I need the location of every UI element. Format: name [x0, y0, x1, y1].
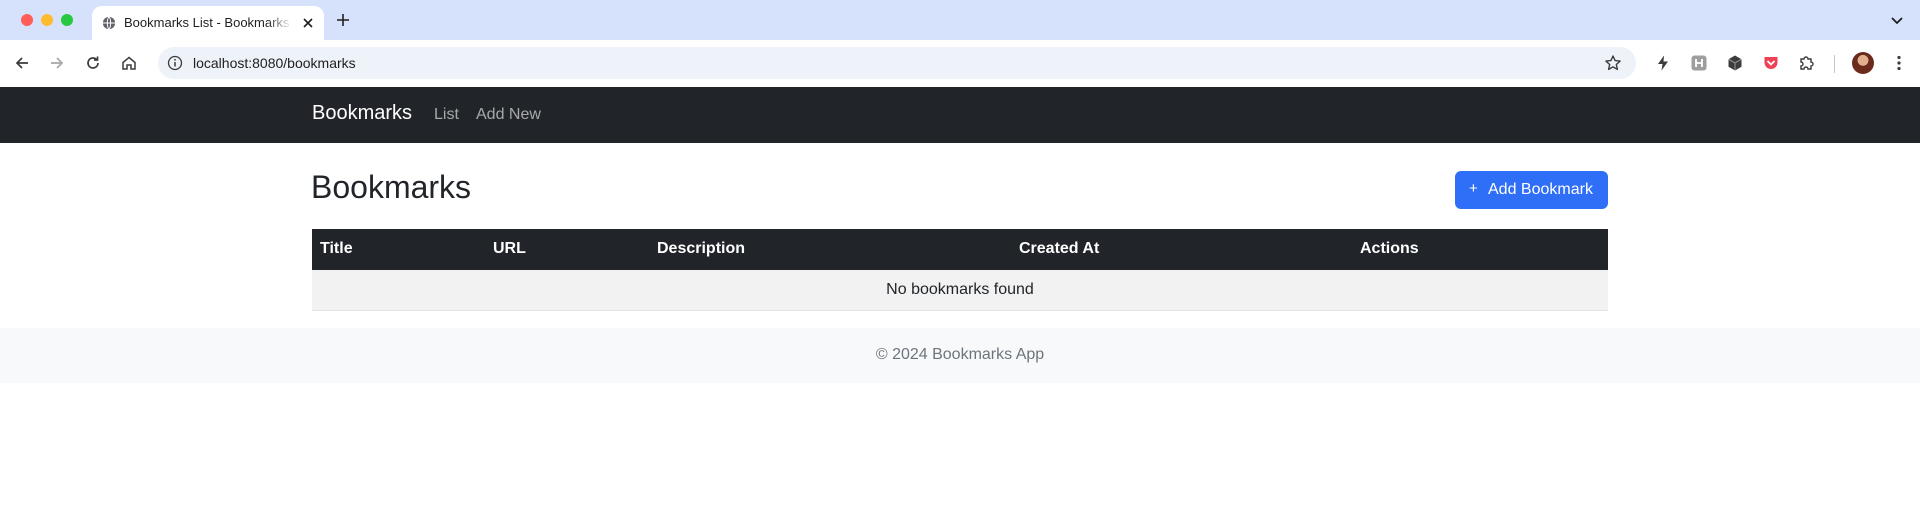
empty-state-message: No bookmarks found [886, 281, 1034, 298]
site-footer: © 2024 Bookmarks App [0, 328, 1920, 383]
add-bookmark-label: Add Bookmark [1488, 181, 1593, 198]
column-header-created-at: Created At [1019, 240, 1100, 257]
plus-icon: + [1469, 180, 1478, 197]
back-icon[interactable] [13, 54, 31, 72]
tab-title: Bookmarks List - Bookmarks App [124, 15, 292, 30]
column-header-description: Description [657, 240, 746, 257]
footer-copyright: © 2024 Bookmarks App [875, 346, 1045, 363]
profile-avatar[interactable] [1852, 52, 1874, 74]
info-icon[interactable] [167, 55, 183, 71]
navbar-brand[interactable]: Bookmarks [312, 102, 412, 125]
close-icon[interactable] [300, 15, 316, 31]
table-row: No bookmarks found [312, 270, 1608, 311]
column-header-actions: Actions [1360, 240, 1419, 257]
globe-icon [102, 16, 116, 30]
forward-icon[interactable] [48, 54, 66, 72]
table-header-row: Title URL Description Created At Actions [312, 229, 1608, 270]
address-bar[interactable]: localhost:8080/bookmarks [158, 47, 1636, 79]
star-icon[interactable] [1604, 54, 1622, 72]
home-icon[interactable] [120, 54, 138, 72]
nav-link-add-new[interactable]: Add New [476, 106, 541, 124]
puzzle-icon[interactable] [1798, 54, 1816, 72]
add-bookmark-button[interactable]: + Add Bookmark [1455, 171, 1608, 209]
chevron-down-icon[interactable] [1888, 11, 1906, 29]
bolt-icon[interactable] [1654, 54, 1672, 72]
pocket-icon[interactable] [1762, 54, 1780, 72]
cube-icon[interactable] [1726, 54, 1744, 72]
column-header-url: URL [493, 240, 526, 257]
url-text[interactable]: localhost:8080/bookmarks [193, 55, 356, 71]
site-navbar: Bookmarks List Add New [0, 87, 1920, 143]
extension-h-icon[interactable] [1690, 54, 1708, 72]
reload-icon[interactable] [84, 54, 102, 72]
bookmarks-table: Title URL Description Created At Actions… [312, 229, 1608, 311]
browser-toolbar: localhost:8080/bookmarks [0, 40, 1920, 88]
column-header-title: Title [320, 240, 353, 257]
kebab-icon[interactable] [1890, 54, 1908, 72]
window-minimize-button[interactable] [41, 14, 53, 26]
plus-icon[interactable] [334, 11, 352, 29]
toolbar-separator [1834, 55, 1835, 73]
browser-tab-active[interactable]: Bookmarks List - Bookmarks App [92, 6, 324, 40]
nav-link-list[interactable]: List [434, 106, 459, 124]
browser-tab-strip: Bookmarks List - Bookmarks App [0, 0, 1920, 40]
window-close-button[interactable] [21, 14, 33, 26]
window-zoom-button[interactable] [61, 14, 73, 26]
page-title: Bookmarks [311, 169, 472, 205]
